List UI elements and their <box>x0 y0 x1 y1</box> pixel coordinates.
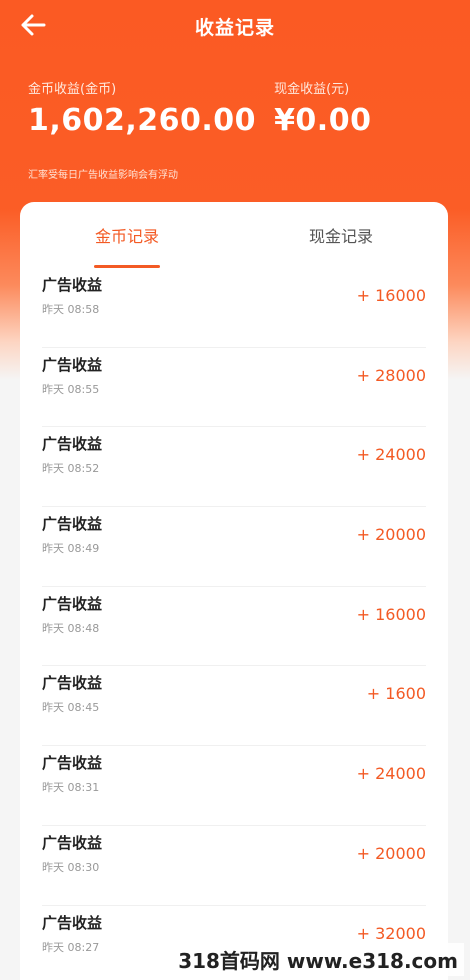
record-amount: + 24000 <box>356 445 426 465</box>
list-item: 广告收益 昨天 08:49 + 20000 <box>42 507 426 587</box>
watermark: 318首码网 www.e318.com <box>172 943 464 976</box>
record-time: 昨天 08:30 <box>42 860 100 874</box>
list-item: 广告收益 昨天 08:48 + 16000 <box>42 587 426 667</box>
cash-earnings-value: ¥0.00 <box>274 103 372 138</box>
record-time: 昨天 08:27 <box>42 940 100 954</box>
list-item: 广告收益 昨天 08:52 + 24000 <box>42 427 426 508</box>
record-amount: + 16000 <box>356 286 426 305</box>
page-title: 收益记录 <box>194 16 275 39</box>
list-item: 广告收益 昨天 08:55 + 28000 <box>42 348 426 428</box>
records-card: 金币记录 现金记录 广告收益 昨天 08:58 + 16000 广告收益 昨天 … <box>20 202 448 980</box>
tab-coin-records[interactable]: 金币记录 <box>20 202 234 268</box>
coin-earnings-label: 金币收益(金币) <box>28 82 117 97</box>
back-arrow-icon[interactable] <box>20 12 46 38</box>
tab-cash-records[interactable]: 现金记录 <box>234 202 448 268</box>
record-title: 广告收益 <box>42 355 103 374</box>
coin-earnings-value: 1,602,260.00 <box>28 103 257 138</box>
list-item: 广告收益 昨天 08:58 + 16000 <box>42 268 426 348</box>
record-time: 昨天 08:48 <box>42 621 100 635</box>
record-title: 广告收益 <box>42 913 103 932</box>
coin-earnings: 金币收益(金币) 1,602,260.00 <box>28 78 256 138</box>
record-tabs: 金币记录 现金记录 <box>20 202 448 268</box>
cash-earnings: 现金收益(元) ¥0.00 <box>274 78 371 138</box>
record-amount: + 28000 <box>356 365 426 385</box>
list-item: 广告收益 昨天 08:31 + 24000 <box>42 746 426 826</box>
record-title: 广告收益 <box>42 754 103 773</box>
cash-earnings-label: 现金收益(元) <box>274 82 350 97</box>
record-time: 昨天 08:45 <box>42 701 100 715</box>
record-amount: + 1600 <box>366 684 426 704</box>
record-time: 昨天 08:52 <box>42 462 100 476</box>
list-item: 广告收益 昨天 08:45 + 1600 <box>42 666 426 747</box>
record-time: 昨天 08:49 <box>42 542 100 556</box>
top-bar: 收益记录 <box>0 0 470 52</box>
record-amount: + 24000 <box>356 764 426 784</box>
record-title: 广告收益 <box>42 515 103 534</box>
record-amount: + 20000 <box>356 843 426 863</box>
record-title: 广告收益 <box>42 435 103 454</box>
record-time: 昨天 08:58 <box>42 303 100 316</box>
record-amount: + 32000 <box>356 923 426 943</box>
record-title: 广告收益 <box>42 594 103 613</box>
record-time: 昨天 08:55 <box>42 382 100 396</box>
record-amount: + 20000 <box>356 525 426 545</box>
record-title: 广告收益 <box>42 833 103 852</box>
earnings-summary: 金币收益(金币) 1,602,260.00 现金收益(元) ¥0.00 <box>28 78 389 138</box>
record-title: 广告收益 <box>42 674 103 693</box>
record-amount: + 16000 <box>356 604 426 624</box>
records-list: 广告收益 昨天 08:58 + 16000 广告收益 昨天 08:55 + 28… <box>20 268 448 980</box>
record-title: 广告收益 <box>42 276 103 294</box>
exchange-rate-note: 汇率受每日广告收益影响会有浮动 <box>28 170 178 181</box>
record-time: 昨天 08:31 <box>42 781 100 795</box>
list-item: 广告收益 昨天 08:30 + 20000 <box>42 826 426 906</box>
